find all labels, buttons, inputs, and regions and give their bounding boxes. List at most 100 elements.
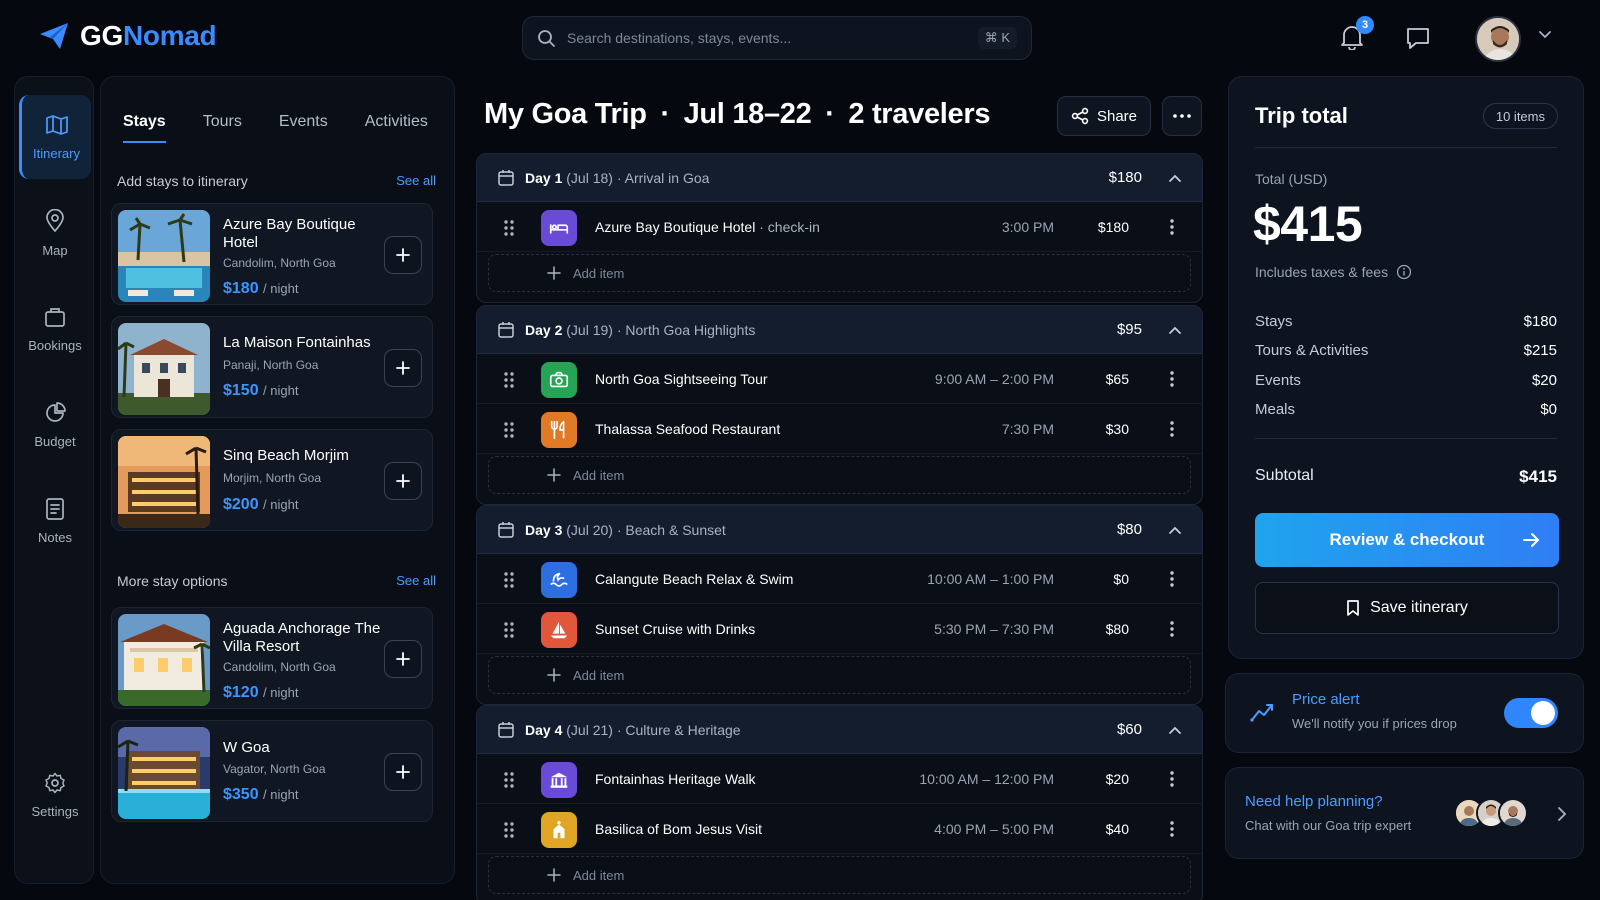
- calendar-icon: [497, 169, 515, 187]
- church-icon: [541, 812, 577, 848]
- itinerary-item[interactable]: Sunset Cruise with Drinks 5:30 PM – 7:30 …: [477, 604, 1202, 654]
- sidebar-item-label: Settings: [31, 803, 79, 819]
- see-all-link[interactable]: See all: [396, 573, 436, 588]
- drag-handle-icon[interactable]: [503, 571, 515, 589]
- drag-handle-icon[interactable]: [503, 421, 515, 439]
- drag-handle-icon[interactable]: [503, 821, 515, 839]
- itinerary-item[interactable]: Basilica of Bom Jesus Visit 4:00 PM – 5:0…: [477, 804, 1202, 854]
- stay-name: La Maison Fontainhas: [223, 334, 371, 351]
- tab-activities[interactable]: Activities: [365, 113, 428, 143]
- price-alert-toggle[interactable]: [1504, 698, 1558, 728]
- drag-handle-icon[interactable]: [503, 771, 515, 789]
- more-stays-section-title: More stay options: [117, 573, 228, 589]
- add-item-button[interactable]: Add item: [488, 456, 1191, 494]
- kebab-menu-icon[interactable]: [1170, 219, 1174, 235]
- sidebar-item-budget[interactable]: Budget: [19, 383, 91, 467]
- price-alert-card: Price alert We'll notify you if prices d…: [1225, 673, 1584, 753]
- day-header[interactable]: Day 2 (Jul 19) · North Goa Highlights $95: [477, 306, 1202, 354]
- add-stay-button[interactable]: [384, 753, 422, 791]
- stay-price: $180 / night: [223, 280, 299, 297]
- add-item-button[interactable]: Add item: [488, 656, 1191, 694]
- taxes-note: Includes taxes & fees: [1255, 264, 1412, 280]
- chevron-up-icon[interactable]: [1168, 325, 1182, 335]
- chevron-up-icon[interactable]: [1168, 525, 1182, 535]
- help-card[interactable]: Need help planning? Chat with our Goa tr…: [1225, 767, 1584, 859]
- add-stay-button[interactable]: [384, 236, 422, 274]
- drag-handle-icon[interactable]: [503, 371, 515, 389]
- search-input[interactable]: Search destinations, stays, events...: [567, 30, 966, 46]
- day-header[interactable]: Day 3 (Jul 20) · Beach & Sunset $80: [477, 506, 1202, 554]
- share-button[interactable]: Share: [1057, 96, 1151, 136]
- help-subtitle: Chat with our Goa trip expert: [1245, 818, 1412, 833]
- sidebar-item-settings[interactable]: Settings: [19, 753, 91, 837]
- tab-tours[interactable]: Tours: [203, 113, 242, 143]
- paper-plane-icon: [38, 21, 70, 51]
- kebab-menu-icon[interactable]: [1170, 821, 1174, 837]
- add-stay-button[interactable]: [384, 349, 422, 387]
- stay-card[interactable]: Sinq Beach Morjim Morjim, North Goa $200…: [111, 429, 433, 531]
- search-bar[interactable]: Search destinations, stays, events... ⌘ …: [522, 16, 1032, 60]
- add-stay-button[interactable]: [384, 640, 422, 678]
- stay-card[interactable]: Azure Bay Boutique Hotel Candolim, North…: [111, 203, 433, 305]
- info-icon[interactable]: [1396, 264, 1412, 280]
- sidebar-item-map[interactable]: Map: [19, 191, 91, 275]
- kebab-menu-icon[interactable]: [1170, 771, 1174, 787]
- stay-location: Candolim, North Goa: [223, 256, 336, 270]
- account-menu-chevron-icon[interactable]: [1538, 30, 1552, 40]
- kebab-menu-icon[interactable]: [1170, 371, 1174, 387]
- map-icon: [45, 114, 69, 136]
- gear-icon: [44, 772, 66, 794]
- review-checkout-button[interactable]: Review & checkout: [1255, 513, 1559, 567]
- save-itinerary-button[interactable]: Save itinerary: [1255, 582, 1559, 634]
- day-title: Day 4 (Jul 21) · Culture & Heritage: [525, 721, 741, 738]
- itinerary-item[interactable]: North Goa Sightseeing Tour 9:00 AM – 2:00…: [477, 354, 1202, 404]
- more-options-button[interactable]: [1162, 96, 1202, 136]
- chevron-up-icon[interactable]: [1168, 173, 1182, 183]
- itinerary-item[interactable]: Calangute Beach Relax & Swim 10:00 AM – 1…: [477, 554, 1202, 604]
- user-avatar[interactable]: [1475, 16, 1521, 62]
- itinerary-item[interactable]: Fontainhas Heritage Walk 10:00 AM – 12:00…: [477, 754, 1202, 804]
- drag-handle-icon[interactable]: [503, 219, 515, 237]
- stay-card[interactable]: Aguada Anchorage The Villa Resort Candol…: [111, 607, 433, 709]
- stay-card[interactable]: W Goa Vagator, North Goa $350 / night: [111, 720, 433, 822]
- app-logo[interactable]: GGNomad: [38, 20, 217, 52]
- itinerary-item[interactable]: Azure Bay Boutique Hotel · check-in 3:00 …: [477, 202, 1202, 252]
- trip-total-title: Trip total: [1255, 103, 1348, 128]
- messages-button[interactable]: [1405, 26, 1431, 50]
- add-item-button[interactable]: Add item: [488, 254, 1191, 292]
- stay-card[interactable]: La Maison Fontainhas Panaji, North Goa $…: [111, 316, 433, 418]
- day-title: Day 3 (Jul 20) · Beach & Sunset: [525, 521, 726, 538]
- tab-stays[interactable]: Stays: [123, 113, 166, 143]
- day-header[interactable]: Day 4 (Jul 21) · Culture & Heritage $60: [477, 706, 1202, 754]
- kebab-menu-icon[interactable]: [1170, 421, 1174, 437]
- camera-icon: [541, 362, 577, 398]
- item-time: 10:00 AM – 12:00 PM: [919, 770, 1054, 787]
- bookmark-icon: [1346, 599, 1360, 617]
- sidebar-item-bookings[interactable]: Bookings: [19, 287, 91, 371]
- item-name: Fontainhas Heritage Walk: [595, 770, 756, 787]
- kebab-menu-icon[interactable]: [1170, 621, 1174, 637]
- day-block: Day 4 (Jul 21) · Culture & Heritage $60 Fo…: [476, 705, 1203, 900]
- day-header[interactable]: Day 1 (Jul 18) · Arrival in Goa $180: [477, 154, 1202, 202]
- item-price: $30: [1105, 420, 1129, 437]
- drag-handle-icon[interactable]: [503, 621, 515, 639]
- tab-events[interactable]: Events: [279, 113, 328, 143]
- chevron-up-icon[interactable]: [1168, 725, 1182, 735]
- divider: [1255, 438, 1557, 439]
- item-time: 5:30 PM – 7:30 PM: [934, 620, 1054, 637]
- sidebar-item-itinerary[interactable]: Itinerary: [19, 95, 91, 179]
- see-all-link[interactable]: See all: [396, 173, 436, 188]
- notifications-button[interactable]: 3: [1340, 16, 1374, 50]
- stay-thumbnail: [118, 323, 210, 415]
- sidebar-item-label: Budget: [34, 433, 76, 449]
- add-item-button[interactable]: Add item: [488, 856, 1191, 894]
- toggle-knob: [1531, 701, 1555, 725]
- search-icon: [537, 29, 555, 47]
- sidebar-item-notes[interactable]: Notes: [19, 479, 91, 563]
- itinerary-item[interactable]: Thalassa Seafood Restaurant 7:30 PM $30: [477, 404, 1202, 454]
- item-price: $80: [1105, 620, 1129, 637]
- kebab-menu-icon[interactable]: [1170, 571, 1174, 587]
- add-stay-button[interactable]: [384, 462, 422, 500]
- help-title: Need help planning?: [1245, 793, 1383, 810]
- plus-icon: [395, 651, 411, 667]
